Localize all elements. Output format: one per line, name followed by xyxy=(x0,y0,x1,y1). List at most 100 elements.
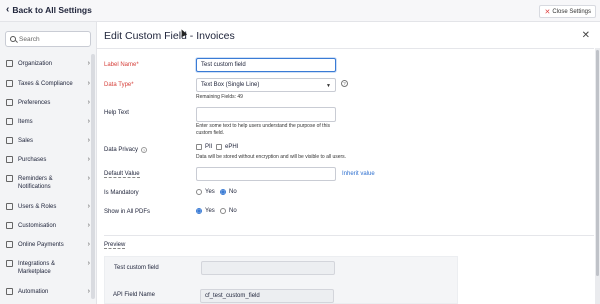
bell-icon xyxy=(6,175,13,182)
users-icon xyxy=(6,203,13,210)
sidebar-item-organization[interactable]: Organization › xyxy=(6,60,90,68)
help-text-label: Help Text xyxy=(104,110,129,116)
pii-label: PII xyxy=(205,144,213,150)
back-label: Back to All Settings xyxy=(12,5,92,15)
pdfs-no-radio[interactable]: No xyxy=(220,208,237,214)
data-type-select[interactable]: Text Box (Single Line) ▼ xyxy=(196,78,336,92)
back-to-settings-link[interactable]: ‹ Back to All Settings xyxy=(6,4,92,16)
bag-icon xyxy=(6,156,13,163)
close-settings-label: Close Settings xyxy=(552,8,591,15)
yes-label: Yes xyxy=(205,189,215,195)
pdfs-yes-radio[interactable]: Yes xyxy=(196,208,215,214)
sidebar-item-label: Preferences xyxy=(18,100,51,106)
items-icon xyxy=(6,118,13,125)
is-mandatory-label: Is Mandatory xyxy=(104,190,139,196)
help-text-input[interactable] xyxy=(196,107,336,122)
data-privacy-row: Data Privacy ? xyxy=(104,147,148,153)
ephi-label: ePHI xyxy=(225,144,239,150)
data-privacy-note: Data will be stored without encryption a… xyxy=(196,154,347,160)
scrollbar-thumb[interactable] xyxy=(596,50,599,276)
data-privacy-label: Data Privacy xyxy=(104,147,139,153)
sidebar-item-reminders[interactable]: Reminders & Notifications › xyxy=(6,175,90,191)
help-icon[interactable]: ? xyxy=(141,147,148,153)
pii-checkbox[interactable]: PII xyxy=(196,144,212,150)
chevron-down-icon: ▼ xyxy=(326,83,331,89)
sidebar-item-label: Sales xyxy=(18,138,34,144)
sidebar-scrollbar[interactable] xyxy=(91,54,95,299)
sidebar-item-users[interactable]: Users & Roles › xyxy=(6,203,90,211)
ephi-checkbox[interactable]: ePHI xyxy=(216,144,238,150)
sidebar-item-sales[interactable]: Sales › xyxy=(6,137,90,145)
sidebar-item-items[interactable]: Items › xyxy=(6,118,90,126)
no-label: No xyxy=(229,189,237,195)
data-type-label: Data Type* xyxy=(104,82,134,88)
preview-field-label: Test custom field xyxy=(114,265,159,271)
inherit-value-link[interactable]: Inherit value xyxy=(342,171,375,177)
help-icon[interactable]: ? xyxy=(341,80,348,87)
search-icon xyxy=(10,36,16,42)
default-value-input[interactable] xyxy=(196,167,336,181)
cart-icon xyxy=(6,137,13,144)
remaining-fields: Remaining Fields: 49 xyxy=(196,94,243,100)
chevron-left-icon: ‹ xyxy=(6,4,10,15)
search-input[interactable] xyxy=(19,35,89,43)
mandatory-no-radio[interactable]: No xyxy=(220,189,237,195)
card-icon xyxy=(6,241,13,248)
sidebar-item-label: Users & Roles xyxy=(18,204,57,210)
checkbox-icon xyxy=(216,144,222,150)
sidebar-item-taxes[interactable]: Taxes & Compliance › xyxy=(6,80,90,88)
api-field-name-value[interactable]: cf_test_custom_field xyxy=(200,289,334,303)
close-settings-button[interactable]: ✕ Close Settings xyxy=(539,5,596,18)
chevron-right-icon: › xyxy=(87,118,90,125)
preview-field-input xyxy=(201,261,335,275)
sidebar-item-label: Customisation xyxy=(18,223,57,229)
yes-label: Yes xyxy=(205,208,215,214)
sidebar-item-label: Items xyxy=(18,119,33,125)
panel-scrollbar[interactable] xyxy=(595,48,600,304)
sidebar-item-preferences[interactable]: Preferences › xyxy=(6,99,90,107)
chevron-right-icon: › xyxy=(87,99,90,106)
chevron-right-icon: › xyxy=(87,156,90,163)
data-type-value: Text Box (Single Line) xyxy=(201,82,260,88)
help-text-note: Enter some text to help users understand… xyxy=(196,123,330,136)
sidebar-item-label: Integrations & Marketplace xyxy=(18,261,56,275)
sidebar-search[interactable] xyxy=(5,31,91,47)
settings-sidebar: Organization › Taxes & Compliance › Pref… xyxy=(0,22,97,304)
label-name-input[interactable]: Test custom field xyxy=(196,58,336,72)
chevron-right-icon: › xyxy=(87,222,90,229)
close-icon[interactable]: ✕ xyxy=(582,30,590,41)
palette-icon xyxy=(6,222,13,229)
sidebar-item-label: Organization xyxy=(18,61,53,67)
radio-selected-icon xyxy=(220,189,226,195)
sidebar-item-purchases[interactable]: Purchases › xyxy=(6,156,90,164)
sidebar-item-online-payments[interactable]: Online Payments › xyxy=(6,241,90,249)
chevron-right-icon: › xyxy=(87,137,90,144)
api-field-name-label: API Field Name xyxy=(113,292,156,298)
sidebar-item-automation[interactable]: Automation › xyxy=(6,288,90,296)
label-name-label: Label Name* xyxy=(104,62,139,68)
default-value-label: Default Value xyxy=(104,171,140,178)
preferences-icon xyxy=(6,99,13,106)
page-title: Edit Custom Field - Invoices xyxy=(104,30,235,42)
building-icon xyxy=(6,60,13,67)
chevron-right-icon: › xyxy=(87,175,90,182)
radio-icon xyxy=(196,189,202,195)
chevron-right-icon: › xyxy=(87,203,90,210)
sidebar-item-integrations[interactable]: Integrations & Marketplace › xyxy=(6,260,90,276)
automation-icon xyxy=(6,288,13,295)
chevron-right-icon: › xyxy=(87,288,90,295)
show-in-pdfs-label: Show in All PDFs xyxy=(104,209,151,215)
chevron-right-icon: › xyxy=(87,60,90,67)
checkbox-icon xyxy=(196,144,202,150)
preview-heading: Preview xyxy=(104,242,126,249)
sidebar-item-label: Purchases xyxy=(18,157,47,163)
close-icon: ✕ xyxy=(544,8,551,16)
divider xyxy=(97,48,594,49)
tax-icon xyxy=(6,80,13,87)
divider xyxy=(104,235,594,236)
mandatory-yes-radio[interactable]: Yes xyxy=(196,189,215,195)
no-label: No xyxy=(229,208,237,214)
puzzle-icon xyxy=(6,260,13,267)
sidebar-item-customisation[interactable]: Customisation › xyxy=(6,222,90,230)
chevron-right-icon: › xyxy=(87,260,90,267)
